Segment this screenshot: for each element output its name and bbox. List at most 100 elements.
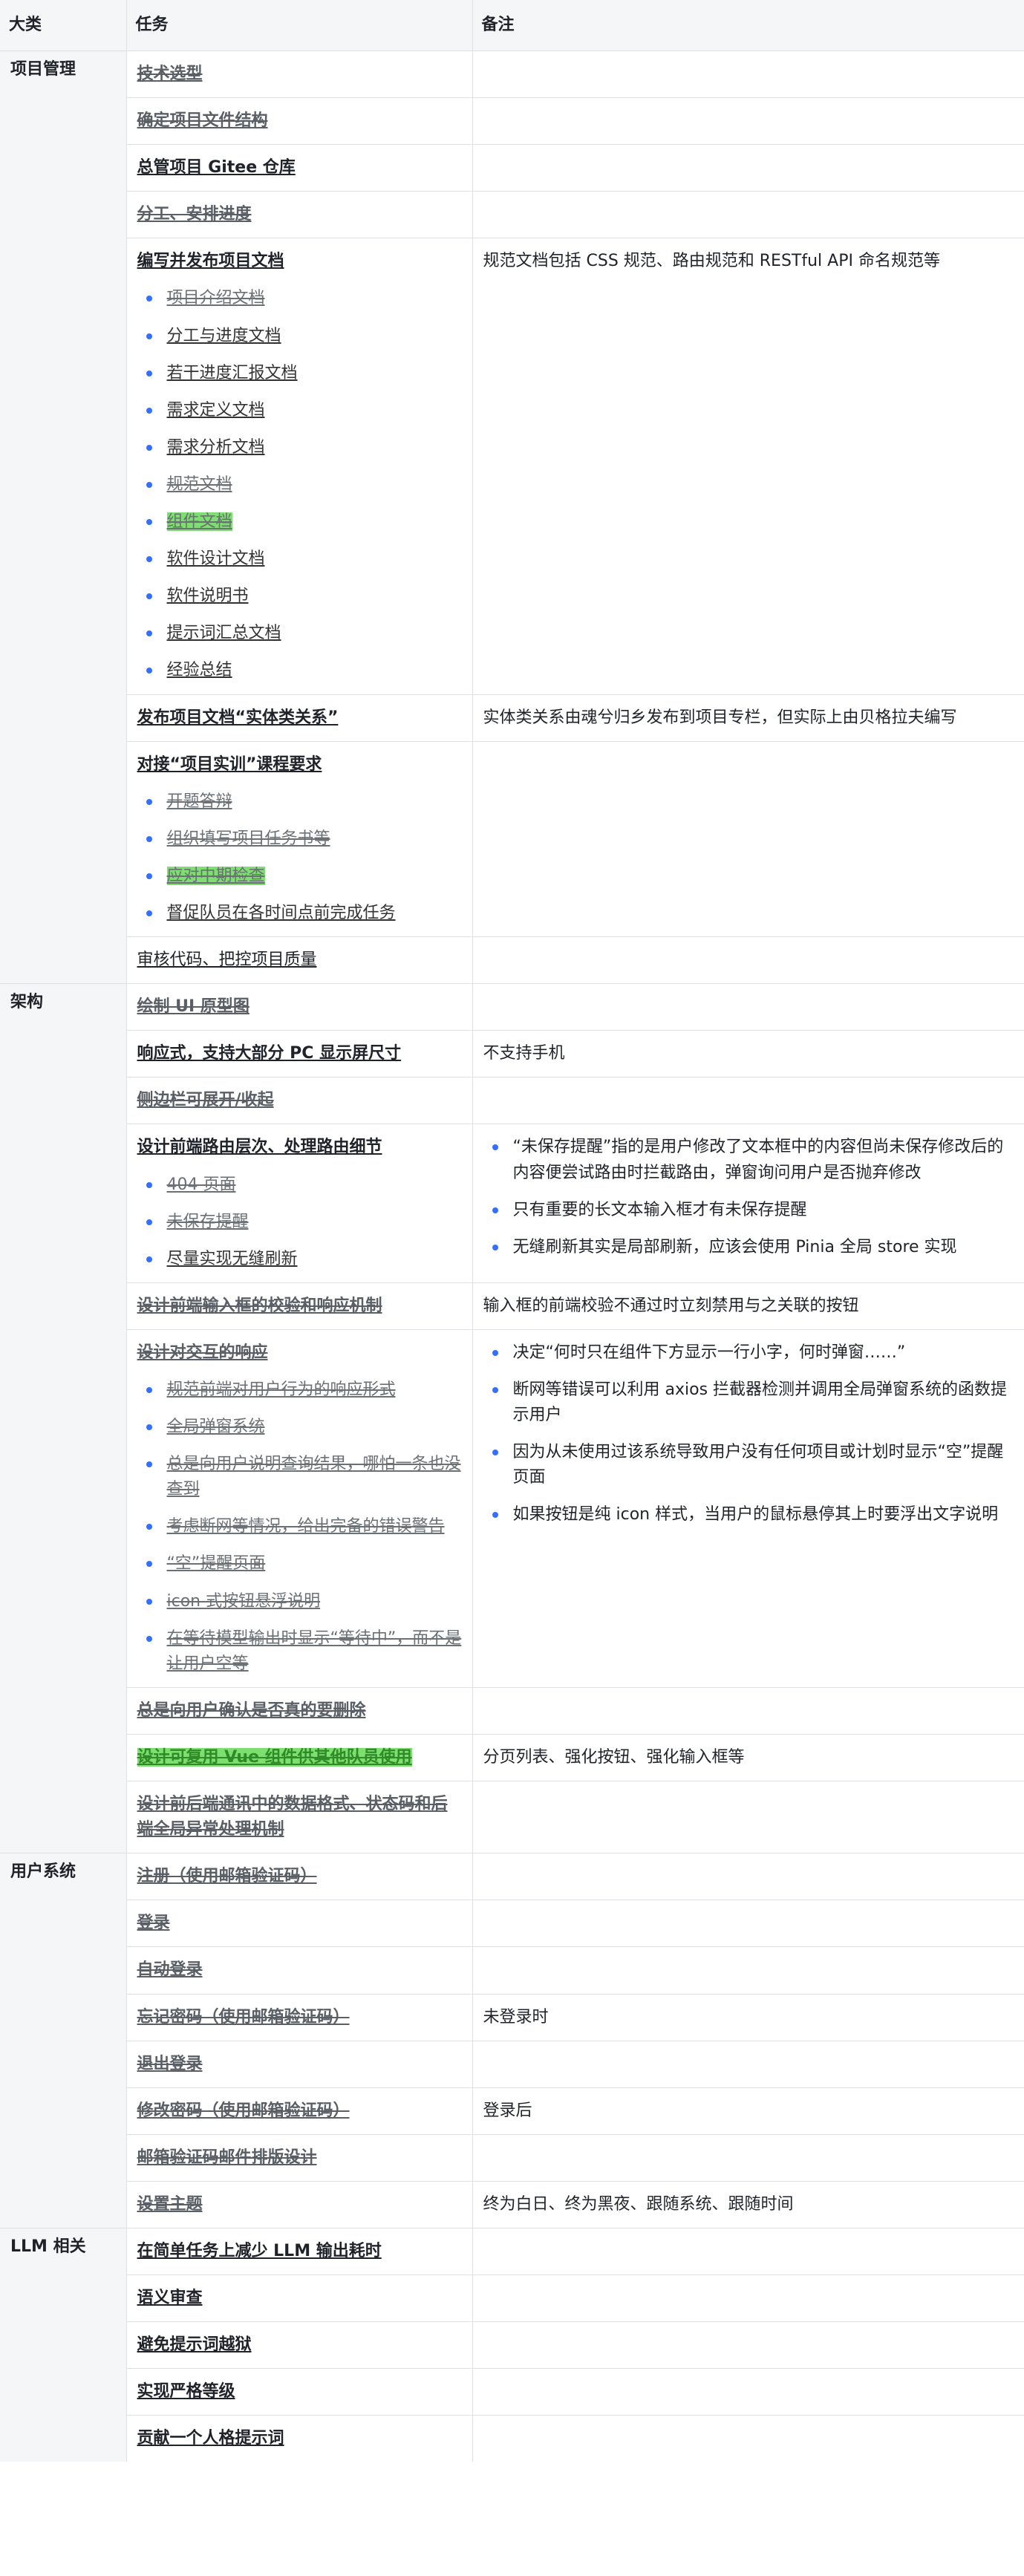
task-title[interactable]: 侧边栏可展开/收起 [137, 1091, 274, 1109]
subtask-item: 未保存提醒 [137, 1210, 462, 1235]
note-item: 断网等错误可以利用 axios 拦截器检测并调用全局弹窗系统的函数提示用户 [483, 1377, 1014, 1428]
subtask-text[interactable]: 经验总结 [167, 661, 232, 679]
task-title[interactable]: 邮箱验证码邮件排版设计 [137, 2148, 317, 2167]
subtask-text[interactable]: 需求分析文档 [167, 438, 265, 457]
note-cell: 输入框的前端校验不通过时立刻禁用与之关联的按钮 [472, 1282, 1024, 1330]
task-title[interactable]: 设计前端输入框的校验和响应机制 [137, 1297, 382, 1315]
subtask-text[interactable]: 404 页面 [167, 1175, 236, 1194]
task-cell: 发布项目文档“实体类关系” [126, 694, 473, 742]
task-title[interactable]: 绘制 UI 原型图 [137, 997, 250, 1016]
task-cell: 技术选型 [126, 50, 473, 98]
note-item: 只有重要的长文本输入框才有未保存提醒 [483, 1198, 1014, 1223]
task-cell: 注册（使用邮箱验证码） [126, 1853, 473, 1900]
table-row: 设计对交互的响应规范前端对用户行为的响应形式 全局弹窗系统总是向用户说明查询结果，… [0, 1328, 1024, 1688]
note-cell [472, 50, 1024, 98]
note-cell: 规范文档包括 CSS 规范、路由规范和 RESTful API 命名规范等 [472, 238, 1024, 694]
subtask-text[interactable]: 组织填写项目任务书等 [167, 829, 330, 848]
table-row: 设置主题 终为白日、终为黑夜、跟随系统、跟随时间 [0, 2180, 1024, 2228]
subtask-item: 组织填写项目任务书等 [137, 826, 462, 852]
subtask-text[interactable]: 规范文档 [167, 475, 232, 494]
task-title[interactable]: 设计前后端通讯中的数据格式、状态码和后端全局异常处理机制 [137, 1795, 448, 1839]
task-title[interactable]: 登录 [137, 1914, 170, 1932]
task-title[interactable]: 响应式，支持大部分 PC 显示屏尺寸 [137, 1044, 402, 1063]
task-title[interactable]: 贡献一个人格提示词 [137, 2429, 284, 2448]
note-cell: 不支持手机 [472, 1030, 1024, 1077]
subtask-text[interactable]: 未保存提醒 [167, 1213, 249, 1231]
task-title[interactable]: 对接“项目实训”课程要求 [137, 755, 322, 774]
table-row: 用户系统 注册（使用邮箱验证码） [0, 1853, 1024, 2228]
subtask-text[interactable]: 考虑断网等情况，给出完备的错误警告 [167, 1517, 445, 1536]
note-cell: 分页列表、强化按钮、强化输入框等 [472, 1733, 1024, 1781]
subtask-text[interactable]: 全局弹窗系统 [167, 1418, 265, 1436]
task-title[interactable]: 设计对交互的响应 [137, 1343, 268, 1362]
task-title[interactable]: 退出登录 [137, 2055, 203, 2073]
subtask-text[interactable]: 尽量实现无缝刷新 [167, 1250, 298, 1268]
subtask-text[interactable]: 分工与进度文档 [167, 327, 281, 345]
task-title[interactable]: 在简单任务上减少 LLM 输出耗时 [137, 2242, 382, 2260]
subtask-text[interactable]: icon 式按钮悬浮说明 [167, 1592, 321, 1611]
subtask-text[interactable]: 开题答辩 [167, 792, 232, 811]
table-row: 修改密码（使用邮箱验证码） 登录后 [0, 2087, 1024, 2135]
subtask-list: 规范前端对用户行为的响应形式 全局弹窗系统总是向用户说明查询结果，哪怕一条也没查到… [137, 1377, 462, 1677]
note-cell [472, 1853, 1024, 1900]
note-cell [472, 1946, 1024, 1994]
subtask-text[interactable]: 提示词汇总文档 [167, 624, 281, 642]
table-row: LLM 相关 在简单任务上减少 LLM 输出耗时 [0, 2227, 1024, 2462]
table-row: 设计前端输入框的校验和响应机制 输入框的前端校验不通过时立刻禁用与之关联的按钮 [0, 1282, 1024, 1330]
category-cell: 项目管理 [0, 50, 127, 984]
subtask-text[interactable]: “空”提醒页面 [167, 1554, 266, 1573]
subtask-text[interactable]: 软件说明书 [167, 587, 249, 605]
task-cell: 在简单任务上减少 LLM 输出耗时 [126, 2227, 473, 2275]
note-cell [472, 2275, 1024, 2322]
note-cell [472, 1686, 1024, 1735]
subtask-text[interactable]: 督促队员在各时间点前完成任务 [167, 904, 396, 922]
category-cell: 架构 [0, 983, 127, 1853]
subtask-text[interactable]: 规范前端对用户行为的响应形式 [167, 1380, 396, 1399]
task-title[interactable]: 设计可复用 Vue 组件供其他队员使用 [137, 1747, 412, 1767]
task-title[interactable]: 注册（使用邮箱验证码） [137, 1867, 317, 1885]
subtask-item: 需求分析文档 [137, 435, 462, 460]
task-title[interactable]: 发布项目文档“实体类关系” [137, 708, 339, 727]
task-cell: 登录 [126, 1900, 473, 1947]
task-title[interactable]: 技术选型 [137, 65, 203, 83]
task-title[interactable]: 确定项目文件结构 [137, 111, 268, 130]
subtask-text[interactable]: 若干进度汇报文档 [167, 364, 298, 382]
table-row: 编写并发布项目文档项目介绍文档 分工与进度文档 若干进度汇报文档 需求定义文档 需求分析… [0, 238, 1024, 694]
task-title[interactable]: 设计前端路由层次、处理路由细节 [137, 1138, 382, 1156]
task-title[interactable]: 语义审查 [137, 2289, 203, 2307]
note-text: 终为白日、终为黑夜、跟随系统、跟随时间 [483, 2194, 794, 2214]
table-row: 响应式，支持大部分 PC 显示屏尺寸 不支持手机 [0, 1030, 1024, 1077]
task-cell: 邮箱验证码邮件排版设计 [126, 2133, 473, 2182]
task-title[interactable]: 总是向用户确认是否真的要删除 [137, 1701, 366, 1720]
task-title[interactable]: 设置主题 [137, 2195, 203, 2214]
task-title[interactable]: 审核代码、把控项目质量 [137, 950, 317, 969]
task-title[interactable]: 自动登录 [137, 1960, 203, 1979]
task-title[interactable]: 避免提示词越狱 [137, 2335, 252, 2354]
task-title[interactable]: 实现严格等级 [137, 2382, 235, 2401]
task-cell: 侧边栏可展开/收起 [126, 1077, 473, 1124]
note-cell: 实体类关系由魂兮归乡发布到项目专栏，但实际上由贝格拉夫编写 [472, 694, 1024, 742]
subtask-item: 总是向用户说明查询结果，哪怕一条也没查到 [137, 1452, 462, 1502]
task-cell: 贡献一个人格提示词 [126, 2415, 473, 2462]
header-task: 任务 [126, 0, 473, 51]
note-cell: 未登录时 [472, 1993, 1024, 2041]
task-title[interactable]: 编写并发布项目文档 [137, 252, 284, 270]
subtask-text[interactable]: 总是向用户说明查询结果，哪怕一条也没查到 [167, 1455, 461, 1499]
subtask-text[interactable]: 应对中期检查 [166, 866, 265, 885]
subtask-text[interactable]: 在等待模型输出时显示“等待中”，而不是让用户空等 [167, 1629, 462, 1673]
subtask-item: 尽量实现无缝刷新 [137, 1247, 462, 1272]
subtask-text[interactable]: 项目介绍文档 [167, 289, 265, 307]
subtask-text[interactable]: 组件文档 [166, 512, 232, 532]
subtask-text[interactable]: 需求定义文档 [167, 401, 265, 420]
task-title[interactable]: 修改密码（使用邮箱验证码） [137, 2101, 350, 2120]
note-cell [472, 1781, 1024, 1853]
task-title[interactable]: 分工、安排进度 [137, 205, 252, 224]
task-title[interactable]: 忘记密码（使用邮箱验证码） [137, 2008, 350, 2026]
subtask-text[interactable]: 软件设计文档 [167, 550, 265, 568]
header-row: 大类 任务 备注 [0, 0, 1024, 51]
task-cell: 总管项目 Gitee 仓库 [126, 144, 473, 192]
note-cell [472, 2415, 1024, 2462]
task-table: 大类 任务 备注 项目管理 技术选型 确定项目文件结构 总管项目 Gitee 仓库 分工… [0, 0, 1024, 2462]
note-cell [472, 2368, 1024, 2416]
task-title[interactable]: 总管项目 Gitee 仓库 [137, 158, 296, 177]
